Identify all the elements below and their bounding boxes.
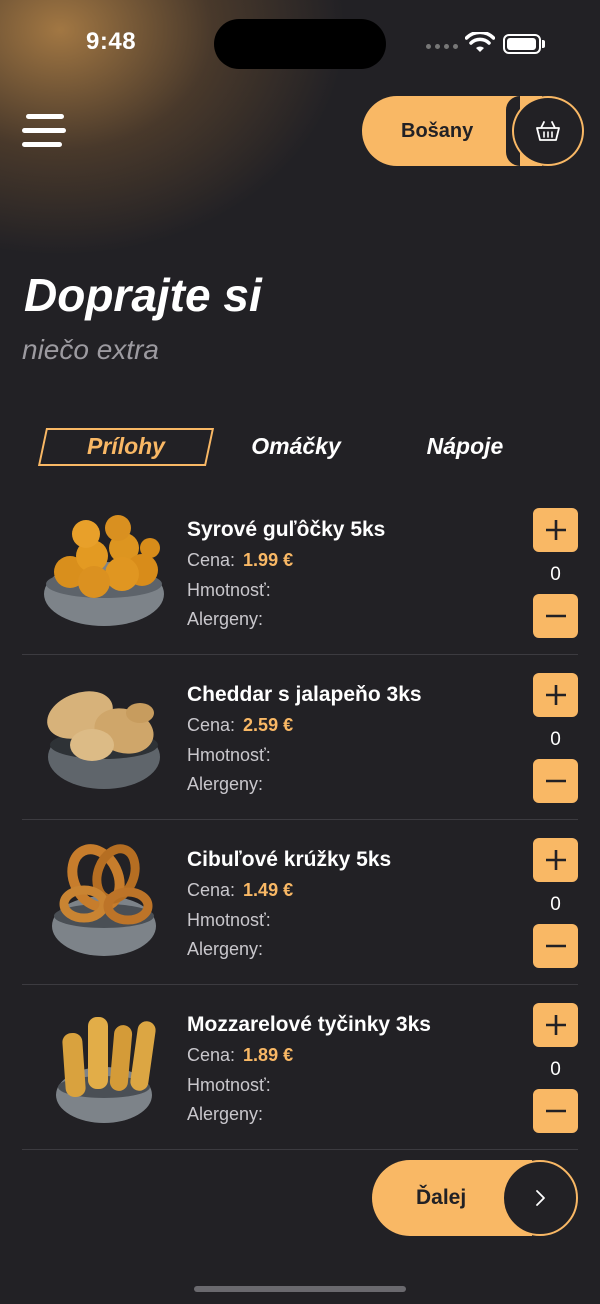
cart-button[interactable] <box>512 96 584 166</box>
quantity-value: 0 <box>550 1059 561 1080</box>
increase-quantity-button[interactable] <box>533 673 578 717</box>
home-indicator <box>194 1286 406 1292</box>
battery-tip <box>542 40 545 48</box>
page-title: Doprajte si <box>24 269 262 321</box>
dynamic-island <box>214 19 386 69</box>
product-name: Syrové guľôčky 5ks <box>187 518 386 541</box>
product-price-row: Cena: 1.99 € <box>187 550 293 571</box>
next-arrow-button[interactable] <box>502 1160 578 1236</box>
product-item: Cheddar s jalapeňo 3ks Cena: 2.59 € Hmotn… <box>22 655 578 820</box>
mozzarella-sticks-image <box>56 1017 156 1123</box>
weight-label: Hmotnosť: <box>187 910 271 930</box>
allergen-label: Alergeny: <box>187 609 264 629</box>
onion-rings-image <box>52 844 156 956</box>
next-label: Ďalej <box>416 1186 467 1209</box>
allergen-label: Alergeny: <box>187 939 264 959</box>
increase-quantity-button[interactable] <box>533 1003 578 1047</box>
jalapeno-poppers-image <box>47 691 160 789</box>
cheese-balls-image <box>44 515 164 626</box>
plus-icon <box>545 520 566 540</box>
product-list: Syrové guľôčky 5ks Cena: 1.99 € Hmotnosť:… <box>22 490 578 1150</box>
page-subtitle: niečo extra <box>22 334 159 365</box>
quantity-value: 0 <box>550 894 561 915</box>
battery-icon <box>503 34 541 54</box>
quantity-value: 0 <box>550 564 561 585</box>
weight-label: Hmotnosť: <box>187 1075 271 1095</box>
plus-icon <box>545 685 566 705</box>
location-label: Bošany <box>401 119 474 142</box>
plus-icon <box>545 1015 566 1035</box>
tab-label: Nápoje <box>426 432 504 459</box>
product-price-row: Cena: 2.59 € <box>187 715 293 736</box>
price-value: 1.89 € <box>243 1045 294 1065</box>
price-value: 1.99 € <box>243 550 294 570</box>
allergen-label: Alergeny: <box>187 1104 264 1124</box>
product-name: Cibuľové krúžky 5ks <box>187 848 392 871</box>
quantity-value: 0 <box>550 729 561 750</box>
tab-napoje[interactable]: Nápoje <box>410 426 520 466</box>
tab-omacky[interactable]: Omáčky <box>236 426 356 466</box>
menu-button[interactable] <box>22 114 66 148</box>
status-time: 9:48 <box>86 28 137 55</box>
price-label: Cena: <box>187 1045 236 1065</box>
minus-icon <box>545 614 566 618</box>
product-name: Mozzarelové tyčinky 3ks <box>187 1013 431 1036</box>
hamburger-menu-icon <box>26 114 64 119</box>
price-label: Cena: <box>187 550 236 570</box>
price-label: Cena: <box>187 715 236 735</box>
price-value: 2.59 € <box>243 715 294 735</box>
minus-icon <box>545 779 566 783</box>
plus-icon <box>545 850 566 870</box>
category-tabs: Prílohy Omáčky Nápoje <box>0 426 600 470</box>
product-item: Cibuľové krúžky 5ks Cena: 1.49 € Hmotnosť… <box>22 820 578 985</box>
decrease-quantity-button[interactable] <box>533 594 578 638</box>
product-price-row: Cena: 1.49 € <box>187 880 293 901</box>
status-bar: 9:48 <box>0 0 600 90</box>
product-item: Syrové guľôčky 5ks Cena: 1.99 € Hmotnosť:… <box>22 490 578 655</box>
decrease-quantity-button[interactable] <box>533 759 578 803</box>
increase-quantity-button[interactable] <box>533 508 578 552</box>
weight-label: Hmotnosť: <box>187 745 271 765</box>
increase-quantity-button[interactable] <box>533 838 578 882</box>
product-name: Cheddar s jalapeňo 3ks <box>187 683 422 706</box>
tab-prilohy[interactable]: Prílohy <box>42 426 210 466</box>
decrease-quantity-button[interactable] <box>533 924 578 968</box>
minus-icon <box>545 1109 566 1113</box>
weight-label: Hmotnosť: <box>187 580 271 600</box>
tab-label: Omáčky <box>251 432 341 459</box>
shopping-basket-icon <box>536 121 560 141</box>
price-label: Cena: <box>187 880 236 900</box>
product-item: Mozzarelové tyčinky 3ks Cena: 1.89 € Hmot… <box>22 985 578 1150</box>
tab-label: Prílohy <box>87 432 165 459</box>
product-price-row: Cena: 1.89 € <box>187 1045 293 1066</box>
cellular-signal-icon <box>426 44 458 49</box>
wifi-icon <box>465 32 495 52</box>
minus-icon <box>545 944 566 948</box>
chevron-right-icon <box>536 1190 545 1206</box>
allergen-label: Alergeny: <box>187 774 264 794</box>
price-value: 1.49 € <box>243 880 294 900</box>
decrease-quantity-button[interactable] <box>533 1089 578 1133</box>
